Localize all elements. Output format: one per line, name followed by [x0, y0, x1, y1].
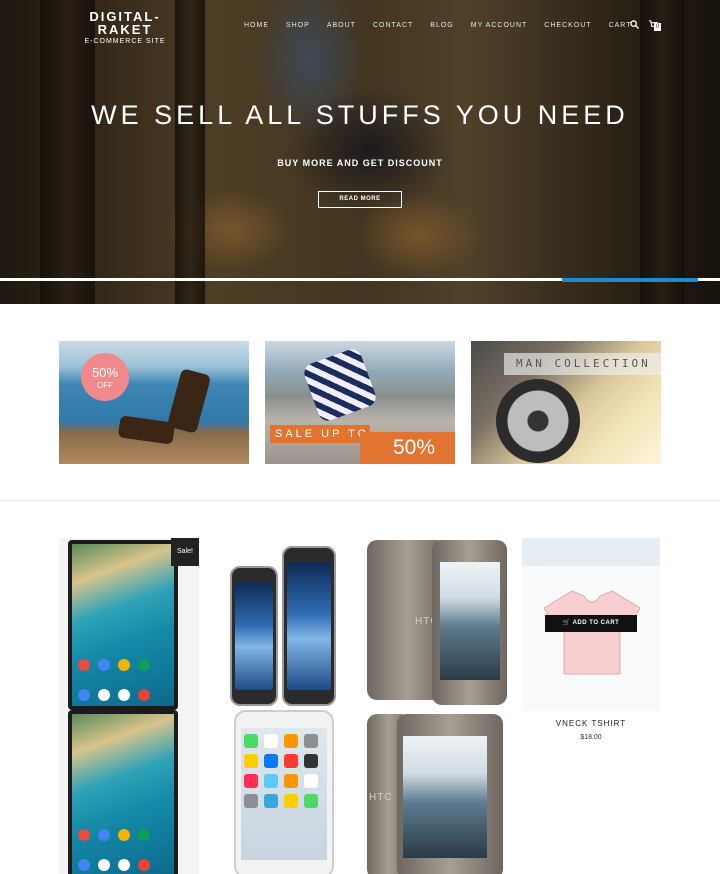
- phone-image: [230, 566, 278, 706]
- cart-icon: 🛒: [562, 620, 571, 626]
- nav-shop[interactable]: SHOP: [286, 22, 310, 29]
- discount-off: OFF: [97, 381, 113, 390]
- nav-blog[interactable]: BLOG: [430, 22, 453, 29]
- nav-my-account[interactable]: MY ACCOUNT: [471, 22, 528, 29]
- add-to-cart-button[interactable]: 🛒 ADD TO CART: [545, 615, 637, 632]
- product-card-htc[interactable]: HTC HTC: [367, 538, 507, 874]
- cart-count-badge: 0: [654, 23, 661, 31]
- collection-label: MAN COLLECTION: [504, 353, 661, 375]
- car-wheel-image: [496, 379, 580, 463]
- phone-image: [68, 540, 178, 710]
- sale-badge: Sale!: [171, 538, 199, 566]
- add-to-cart-label: ADD TO CART: [572, 620, 620, 626]
- hero-subtitle: BUY MORE AND GET DISCOUNT: [277, 158, 443, 168]
- phone-image: [397, 714, 503, 874]
- phone-image: [282, 546, 336, 706]
- nav-about[interactable]: ABOUT: [327, 22, 356, 29]
- logo-tagline: E-COMMERCE SITE: [84, 38, 166, 45]
- sale-text: SALE UP TO: [270, 425, 370, 443]
- product-price: $18.00: [580, 734, 602, 741]
- bag-image: [301, 346, 379, 424]
- slider-progress: [562, 278, 698, 282]
- logo-line2: RAKET: [97, 22, 153, 37]
- discount-badge: 50% OFF: [81, 353, 129, 401]
- product-card-iphone[interactable]: [212, 538, 352, 874]
- hero-title: WE SELL ALL STUFFS YOU NEED: [91, 100, 629, 130]
- read-more-button[interactable]: READ MORE: [318, 191, 402, 208]
- sale-percent: 50%: [360, 432, 455, 464]
- nav-contact[interactable]: CONTACT: [373, 22, 413, 29]
- nav-cart[interactable]: CART: [609, 22, 632, 29]
- section-divider: [0, 500, 720, 501]
- phone-image: [68, 710, 178, 874]
- product-name[interactable]: VNECK TSHIRT: [522, 719, 660, 728]
- discount-percent: 50%: [91, 365, 119, 380]
- banner-discount[interactable]: 50% OFF: [59, 341, 249, 464]
- product-card-tshirt[interactable]: 🛒 ADD TO CART: [522, 538, 660, 711]
- brand-label: HTC: [369, 792, 393, 803]
- phone-image: [432, 540, 507, 705]
- banner-sale[interactable]: SALE UP TO 50%: [265, 341, 455, 464]
- product-card-nexus[interactable]: Sale!: [59, 538, 199, 874]
- banner-man-collection[interactable]: MAN COLLECTION: [471, 341, 661, 464]
- cart-icon[interactable]: 0: [649, 20, 661, 31]
- main-nav: HOME SHOP ABOUT CONTACT BLOG MY ACCOUNT …: [244, 22, 649, 29]
- search-icon[interactable]: [630, 20, 640, 31]
- nav-home[interactable]: HOME: [244, 22, 269, 29]
- nav-checkout[interactable]: CHECKOUT: [544, 22, 591, 29]
- phone-image: [234, 710, 334, 874]
- hero-slider: DIGITAL- RAKET E-COMMERCE SITE HOME SHOP…: [0, 0, 720, 304]
- site-logo[interactable]: DIGITAL- RAKET E-COMMERCE SITE: [80, 10, 170, 45]
